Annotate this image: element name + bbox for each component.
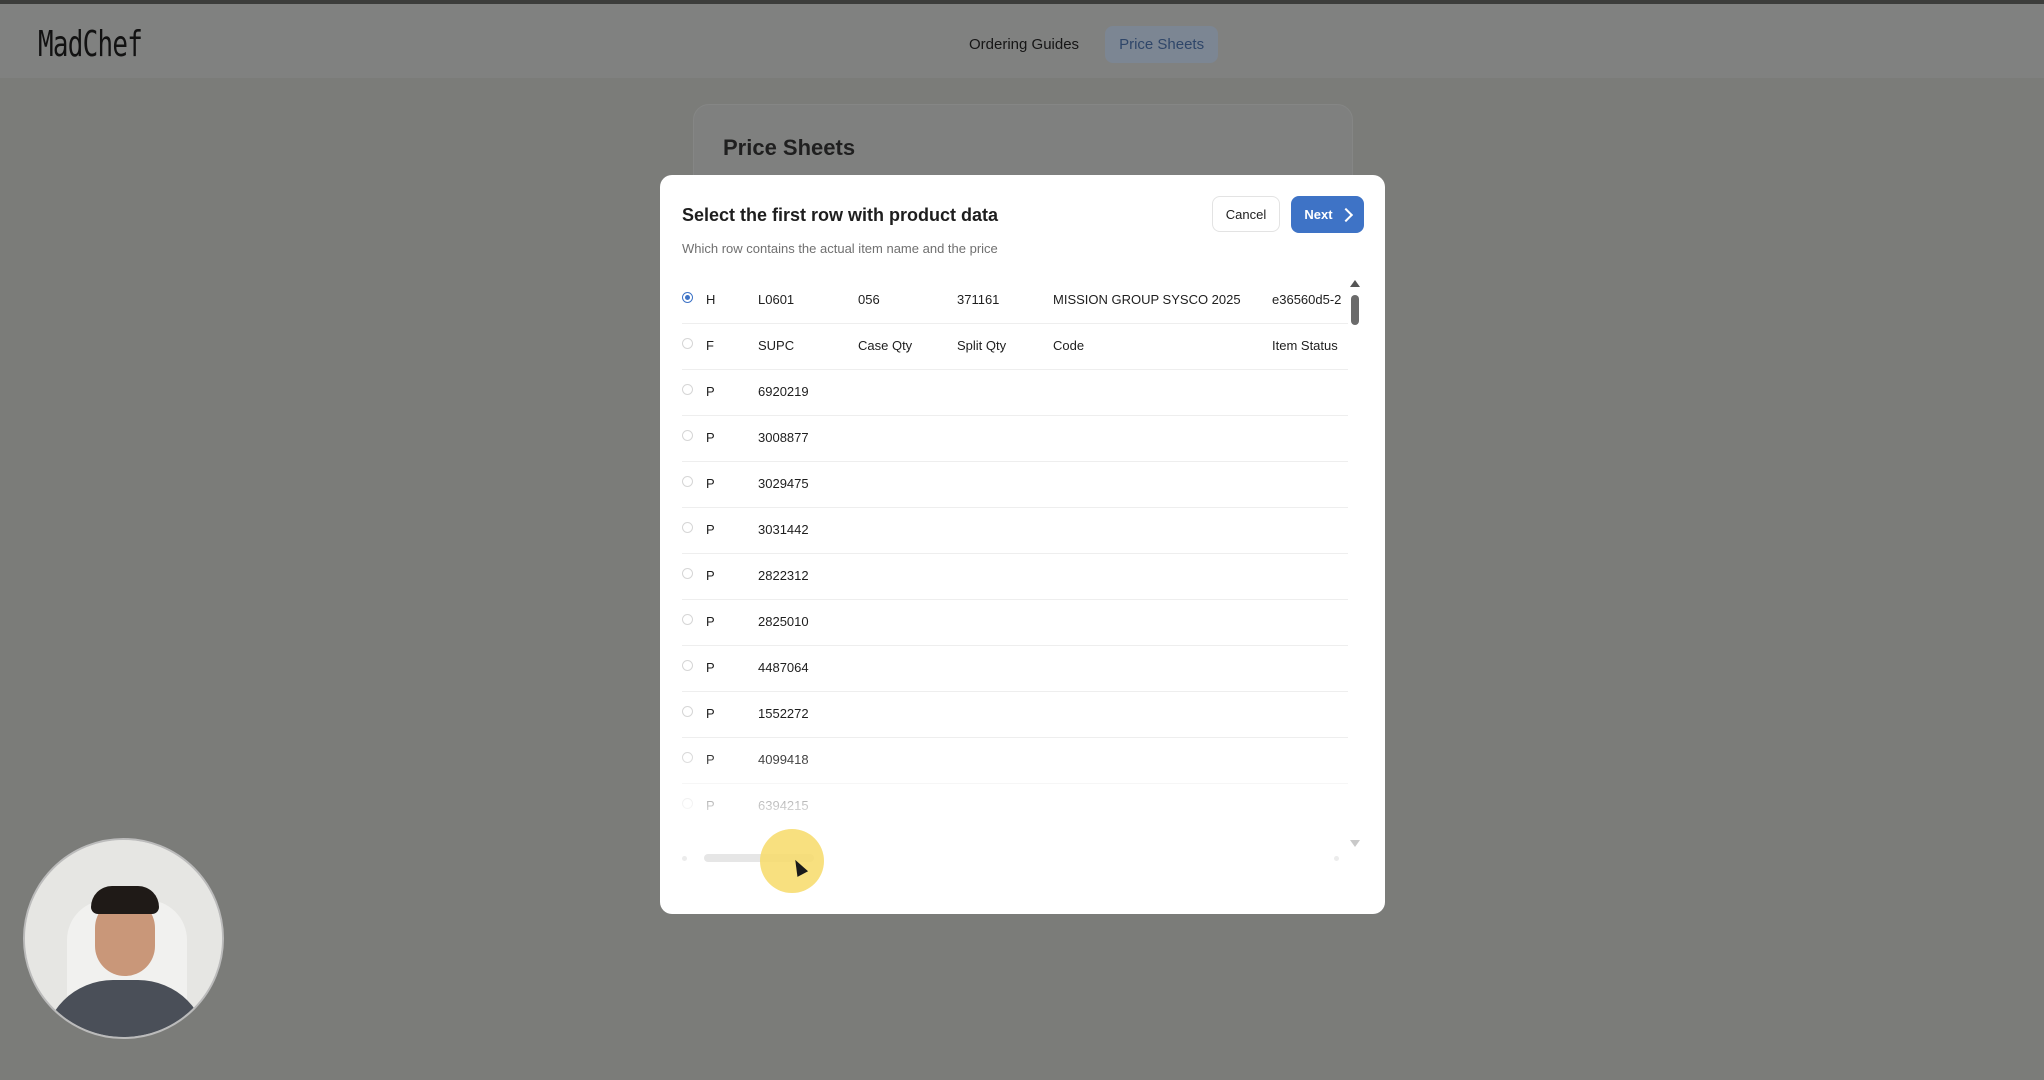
nav-tab-ordering-guides[interactable]: Ordering Guides bbox=[955, 26, 1093, 63]
cell: 6920219 bbox=[758, 384, 809, 399]
select-first-row-dialog: Select the first row with product data W… bbox=[660, 175, 1385, 914]
cell: 2822312 bbox=[758, 568, 809, 583]
row-type: P bbox=[706, 476, 715, 491]
cell: MISSION GROUP SYSCO 2025 bbox=[1053, 292, 1241, 307]
vertical-scrollbar[interactable] bbox=[1350, 280, 1360, 847]
cell: 1552272 bbox=[758, 706, 809, 721]
cell: 2825010 bbox=[758, 614, 809, 629]
row-radio[interactable] bbox=[682, 614, 693, 625]
table-row[interactable]: P 3031442 bbox=[682, 507, 1348, 554]
row-selection-table[interactable]: H L0601 056 371161 MISSION GROUP SYSCO 2… bbox=[682, 277, 1370, 822]
cell: L0601 bbox=[758, 292, 795, 307]
cell: SUPC bbox=[758, 338, 795, 353]
row-radio[interactable] bbox=[682, 522, 693, 533]
row-type: P bbox=[706, 522, 715, 537]
main-nav: Ordering Guides Price Sheets bbox=[955, 26, 1219, 63]
row-radio[interactable] bbox=[682, 476, 693, 487]
table-row[interactable]: P 6920219 bbox=[682, 369, 1348, 416]
table-row[interactable]: P 2822312 bbox=[682, 553, 1348, 600]
cell: 3029475 bbox=[758, 476, 809, 491]
cell: 6394215 bbox=[758, 798, 809, 813]
row-type: H bbox=[706, 292, 716, 307]
table-row[interactable]: P 1552272 bbox=[682, 691, 1348, 738]
row-radio[interactable] bbox=[682, 706, 693, 717]
row-radio[interactable] bbox=[682, 292, 693, 303]
cancel-button[interactable]: Cancel bbox=[1212, 196, 1280, 232]
row-radio[interactable] bbox=[682, 338, 693, 349]
table-row[interactable]: P 6394215 bbox=[682, 783, 1348, 822]
webcam-person-hair bbox=[91, 886, 159, 914]
cell: Code bbox=[1053, 338, 1085, 353]
row-radio[interactable] bbox=[682, 660, 693, 671]
table-row[interactable]: P 4487064 bbox=[682, 645, 1348, 692]
cell: Item Status bbox=[1272, 338, 1338, 353]
row-type: P bbox=[706, 752, 715, 767]
top-navbar: MadChef Ordering Guides Price Sheets bbox=[0, 4, 2044, 78]
row-radio[interactable] bbox=[682, 798, 693, 809]
scroll-left-dot bbox=[682, 856, 687, 861]
madchef-logo[interactable]: MadChef bbox=[38, 24, 143, 65]
row-radio[interactable] bbox=[682, 430, 693, 441]
cell: e36560d5-2 bbox=[1272, 292, 1342, 307]
table-row[interactable]: P 3008877 bbox=[682, 415, 1348, 462]
table-row[interactable]: H L0601 056 371161 MISSION GROUP SYSCO 2… bbox=[682, 277, 1348, 324]
cell: 4487064 bbox=[758, 660, 809, 675]
row-type: P bbox=[706, 660, 715, 675]
dialog-title: Select the first row with product data bbox=[682, 205, 999, 225]
row-type: P bbox=[706, 430, 715, 445]
next-button-label: Next bbox=[1304, 207, 1333, 222]
table-row[interactable]: P 3029475 bbox=[682, 461, 1348, 508]
row-type: P bbox=[706, 614, 715, 629]
cell: Split Qty bbox=[957, 338, 1007, 353]
row-radio[interactable] bbox=[682, 384, 693, 395]
table-row[interactable]: P 4099418 bbox=[682, 737, 1348, 784]
cell: 3008877 bbox=[758, 430, 809, 445]
next-button[interactable]: Next bbox=[1291, 196, 1364, 233]
row-type: P bbox=[706, 798, 715, 813]
cell: 4099418 bbox=[758, 752, 809, 767]
page-title: Price Sheets bbox=[723, 135, 856, 160]
row-type: F bbox=[706, 338, 714, 353]
vertical-scroll-thumb[interactable] bbox=[1351, 295, 1359, 325]
table-row[interactable]: F SUPC Case Qty Split Qty Code Item Stat… bbox=[682, 323, 1348, 370]
row-radio[interactable] bbox=[682, 568, 693, 579]
webcam-bubble bbox=[23, 838, 224, 1039]
dialog-subtitle: Which row contains the actual item name … bbox=[682, 241, 998, 256]
row-type: P bbox=[706, 384, 715, 399]
row-type: P bbox=[706, 706, 715, 721]
row-type: P bbox=[706, 568, 715, 583]
row-radio[interactable] bbox=[682, 752, 693, 763]
cell: 3031442 bbox=[758, 522, 809, 537]
chevron-right-icon bbox=[1338, 207, 1353, 222]
arrow-down-icon[interactable] bbox=[1350, 840, 1360, 847]
cell: 371161 bbox=[957, 292, 1000, 307]
arrow-up-icon[interactable] bbox=[1350, 280, 1360, 287]
cell: Case Qty bbox=[858, 338, 913, 353]
nav-tab-price-sheets[interactable]: Price Sheets bbox=[1105, 26, 1219, 63]
cell: 056 bbox=[858, 292, 880, 307]
scroll-right-dot bbox=[1334, 856, 1339, 861]
table-row[interactable]: P 2825010 bbox=[682, 599, 1348, 646]
